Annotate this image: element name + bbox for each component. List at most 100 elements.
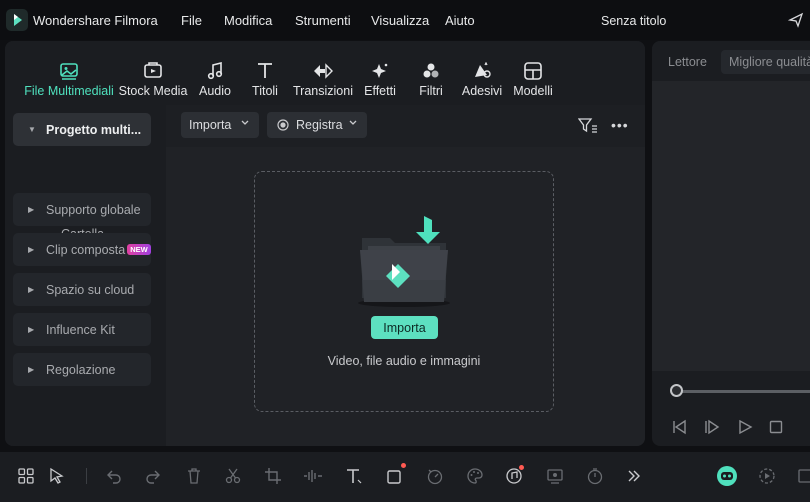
tab-titoli[interactable]: Titoli (250, 41, 280, 105)
menu-file[interactable]: File (181, 13, 202, 28)
sidebar-item-label: Progetto multi... (46, 122, 142, 137)
record-dropdown[interactable]: Registra (267, 112, 367, 138)
audio-beat-icon[interactable] (302, 465, 324, 487)
filter-sort-icon[interactable] (577, 117, 598, 140)
media-sidebar: ▼ Progetto multi... Cartella ▶ Supporto … (5, 105, 165, 446)
transition-arrows-icon (310, 60, 336, 82)
text-tool-icon[interactable] (343, 465, 365, 487)
tab-stock-media[interactable]: Stock Media (118, 41, 188, 105)
tab-filtri[interactable]: Filtri (416, 41, 446, 105)
sidebar-item-progetto-multimediale[interactable]: ▼ Progetto multi... (13, 113, 151, 146)
tab-label: Modelli (513, 84, 553, 98)
quality-dropdown[interactable]: Migliore qualità (721, 50, 810, 74)
split-scissors-icon[interactable] (222, 465, 244, 487)
import-dropdown[interactable]: Importa (181, 112, 259, 138)
ai-audio-icon[interactable] (503, 465, 525, 487)
sidebar-item-supporto-globale[interactable]: ▶ Supporto globale (13, 193, 151, 226)
tab-label: Audio (199, 84, 231, 98)
screen-record-icon[interactable] (544, 465, 566, 487)
import-button[interactable]: Importa (371, 316, 438, 339)
media-toolbar: Importa Registra ••• (166, 105, 645, 147)
player-preview-screen (652, 81, 810, 371)
tab-label: Adesivi (461, 84, 503, 98)
player-header: Lettore Migliore qualità (652, 41, 810, 81)
filmora-window: Wondershare Filmora File Modifica Strume… (0, 0, 810, 502)
sidebar-item-influence-kit[interactable]: ▶ Influence Kit (13, 313, 151, 346)
title-bar: Wondershare Filmora File Modifica Strume… (0, 0, 810, 40)
sidebar-item-spazio-su-cloud[interactable]: ▶ Spazio su cloud (13, 273, 151, 306)
playhead-handle[interactable] (670, 384, 683, 397)
play-icon[interactable] (737, 419, 753, 440)
tab-label: Stock Media (118, 84, 188, 98)
next-frame-icon[interactable] (704, 419, 720, 440)
more-options-icon[interactable]: ••• (611, 117, 629, 133)
tab-label: File Multimediali (24, 84, 114, 98)
tab-transizioni[interactable]: Transizioni (293, 41, 353, 105)
tab-modelli[interactable]: Modelli (512, 41, 554, 105)
stopwatch-icon[interactable] (584, 465, 606, 487)
media-icon (56, 60, 82, 82)
sidebar-item-regolazione[interactable]: ▶ Regolazione (13, 353, 151, 386)
menu-aiuto[interactable]: Aiuto (445, 13, 475, 28)
tab-effetti[interactable]: Effetti (361, 41, 399, 105)
media-library-panel: File Multimediali Stock Media Audio Tito… (5, 41, 645, 446)
sidebar-item-label: Influence Kit (46, 322, 115, 337)
import-dropdown-label: Importa (189, 118, 232, 132)
notification-dot (401, 463, 406, 468)
speed-timer-icon[interactable] (424, 465, 446, 487)
stock-media-icon (140, 60, 166, 82)
caret-right-icon: ▶ (28, 365, 35, 374)
playback-progress-track[interactable] (676, 390, 810, 393)
clip-composta-text: Clip composta (46, 242, 126, 257)
marker-icon[interactable] (795, 465, 810, 487)
sidebar-item-label: Spazio su cloud (46, 282, 135, 297)
caret-down-icon: ▼ (28, 125, 36, 134)
render-preview-icon[interactable] (756, 465, 778, 487)
toolbar-separator (86, 468, 87, 484)
tab-label: Titoli (252, 84, 278, 98)
caret-right-icon: ▶ (28, 205, 35, 214)
redo-icon[interactable] (142, 465, 164, 487)
tab-audio[interactable]: Audio (197, 41, 233, 105)
tab-adesivi[interactable]: Adesivi (462, 41, 502, 105)
sidebar-item-label: Regolazione (46, 362, 116, 377)
new-badge: NEW (127, 243, 151, 255)
filmora-logo-icon (6, 9, 28, 31)
menu-modifica[interactable]: Modifica (224, 13, 272, 28)
sidebar-item-label: Supporto globale (46, 202, 141, 217)
sparkle-effects-icon (367, 60, 393, 82)
layout-grid-icon[interactable] (15, 465, 37, 487)
caret-right-icon: ▶ (28, 245, 35, 254)
music-note-icon (202, 60, 228, 82)
record-icon (277, 119, 289, 131)
crop-icon[interactable] (262, 465, 284, 487)
ai-assistant-robot-icon[interactable] (716, 465, 738, 487)
notification-dot (519, 465, 524, 470)
menu-visualizza[interactable]: Visualizza (371, 13, 429, 28)
send-feedback-icon[interactable] (787, 12, 804, 33)
previous-frame-icon[interactable] (671, 419, 687, 440)
sticker-icon (469, 60, 495, 82)
undo-icon[interactable] (103, 465, 125, 487)
player-panel: Lettore Migliore qualità (652, 41, 810, 446)
sidebar-item-clip-composta[interactable]: ▶ Clip composta NEW (13, 233, 151, 266)
filter-circles-icon (418, 60, 444, 82)
select-pointer-icon[interactable] (46, 465, 68, 487)
shape-tool-icon[interactable] (384, 463, 406, 487)
tab-label: Effetti (364, 84, 396, 98)
color-palette-icon[interactable] (464, 465, 486, 487)
chevron-down-icon (241, 120, 249, 125)
tab-file-multimediali[interactable]: File Multimediali (24, 41, 114, 105)
timeline-toolbar (0, 452, 810, 502)
import-drop-zone[interactable]: Importa Video, file audio e immagini (254, 171, 554, 412)
tab-label: Transizioni (293, 84, 353, 98)
tab-label: Filtri (419, 84, 443, 98)
delete-trash-icon[interactable] (183, 465, 205, 487)
document-title: Senza titolo (601, 14, 667, 28)
import-folder-icon (354, 210, 454, 315)
more-tools-chevron-icon[interactable] (623, 465, 645, 487)
templates-grid-icon (520, 60, 546, 82)
menu-strumenti[interactable]: Strumenti (295, 13, 351, 28)
stop-icon[interactable] (768, 419, 784, 440)
title-text-icon (252, 60, 278, 82)
